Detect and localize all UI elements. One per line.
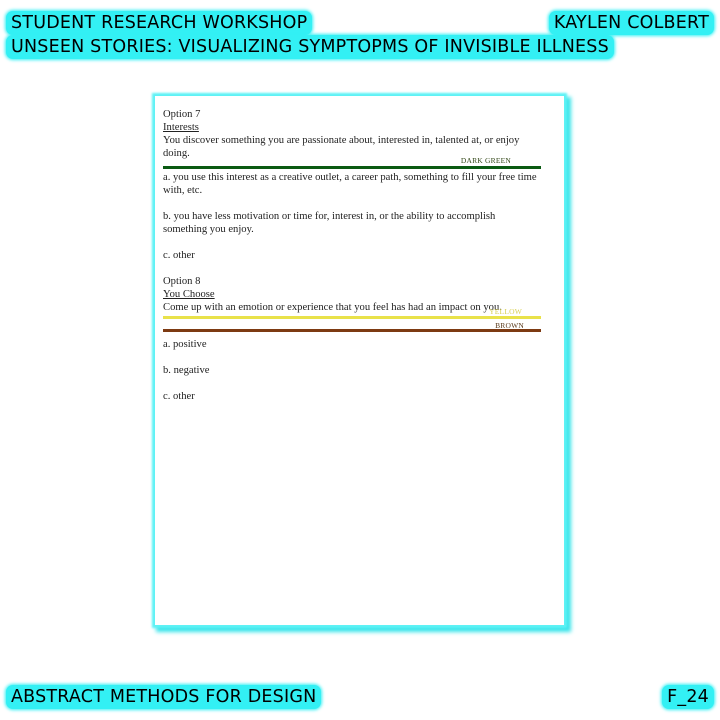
- workshop-tag: STUDENT RESEARCH WORKSHOP: [6, 11, 313, 35]
- option8-choice-a: a. positive: [163, 339, 207, 350]
- brown-label: BROWN: [495, 321, 524, 330]
- option7-choice-c: c. other: [163, 250, 195, 261]
- option8-subtitle: You Choose: [163, 289, 215, 300]
- option7-choice-b: b. you have less motivation or time for,…: [163, 211, 496, 235]
- option8-prompt: Come up with an emotion or experience th…: [163, 302, 502, 313]
- document-page: Option 7 Interests You discover somethin…: [155, 96, 564, 625]
- option7-subtitle: Interests: [163, 122, 199, 133]
- course-tag: ABSTRACT METHODS FOR DESIGN: [6, 685, 322, 709]
- brown-color-bar: [163, 329, 541, 332]
- option8-choice-b: b. negative: [163, 365, 210, 376]
- dark-green-label: DARK GREEN: [460, 156, 511, 165]
- option7-heading: Option 7: [163, 109, 201, 120]
- document-body: Option 7 Interests You discover somethin…: [163, 108, 541, 403]
- page-number-tag: F_24: [662, 685, 714, 709]
- yellow-color-bar: [163, 316, 541, 319]
- option7-choice-a: a. you use this interest as a creative o…: [163, 172, 537, 196]
- project-title-tag: UNSEEN STORIES: VISUALIZING SYMPTOPMS OF…: [6, 35, 614, 59]
- option8-choice-c: c. other: [163, 391, 195, 402]
- author-tag: KAYLEN COLBERT: [548, 11, 714, 35]
- option8-heading: Option 8: [163, 276, 201, 287]
- yellow-label: YELLOW: [489, 307, 522, 316]
- dark-green-color-bar: [163, 166, 541, 169]
